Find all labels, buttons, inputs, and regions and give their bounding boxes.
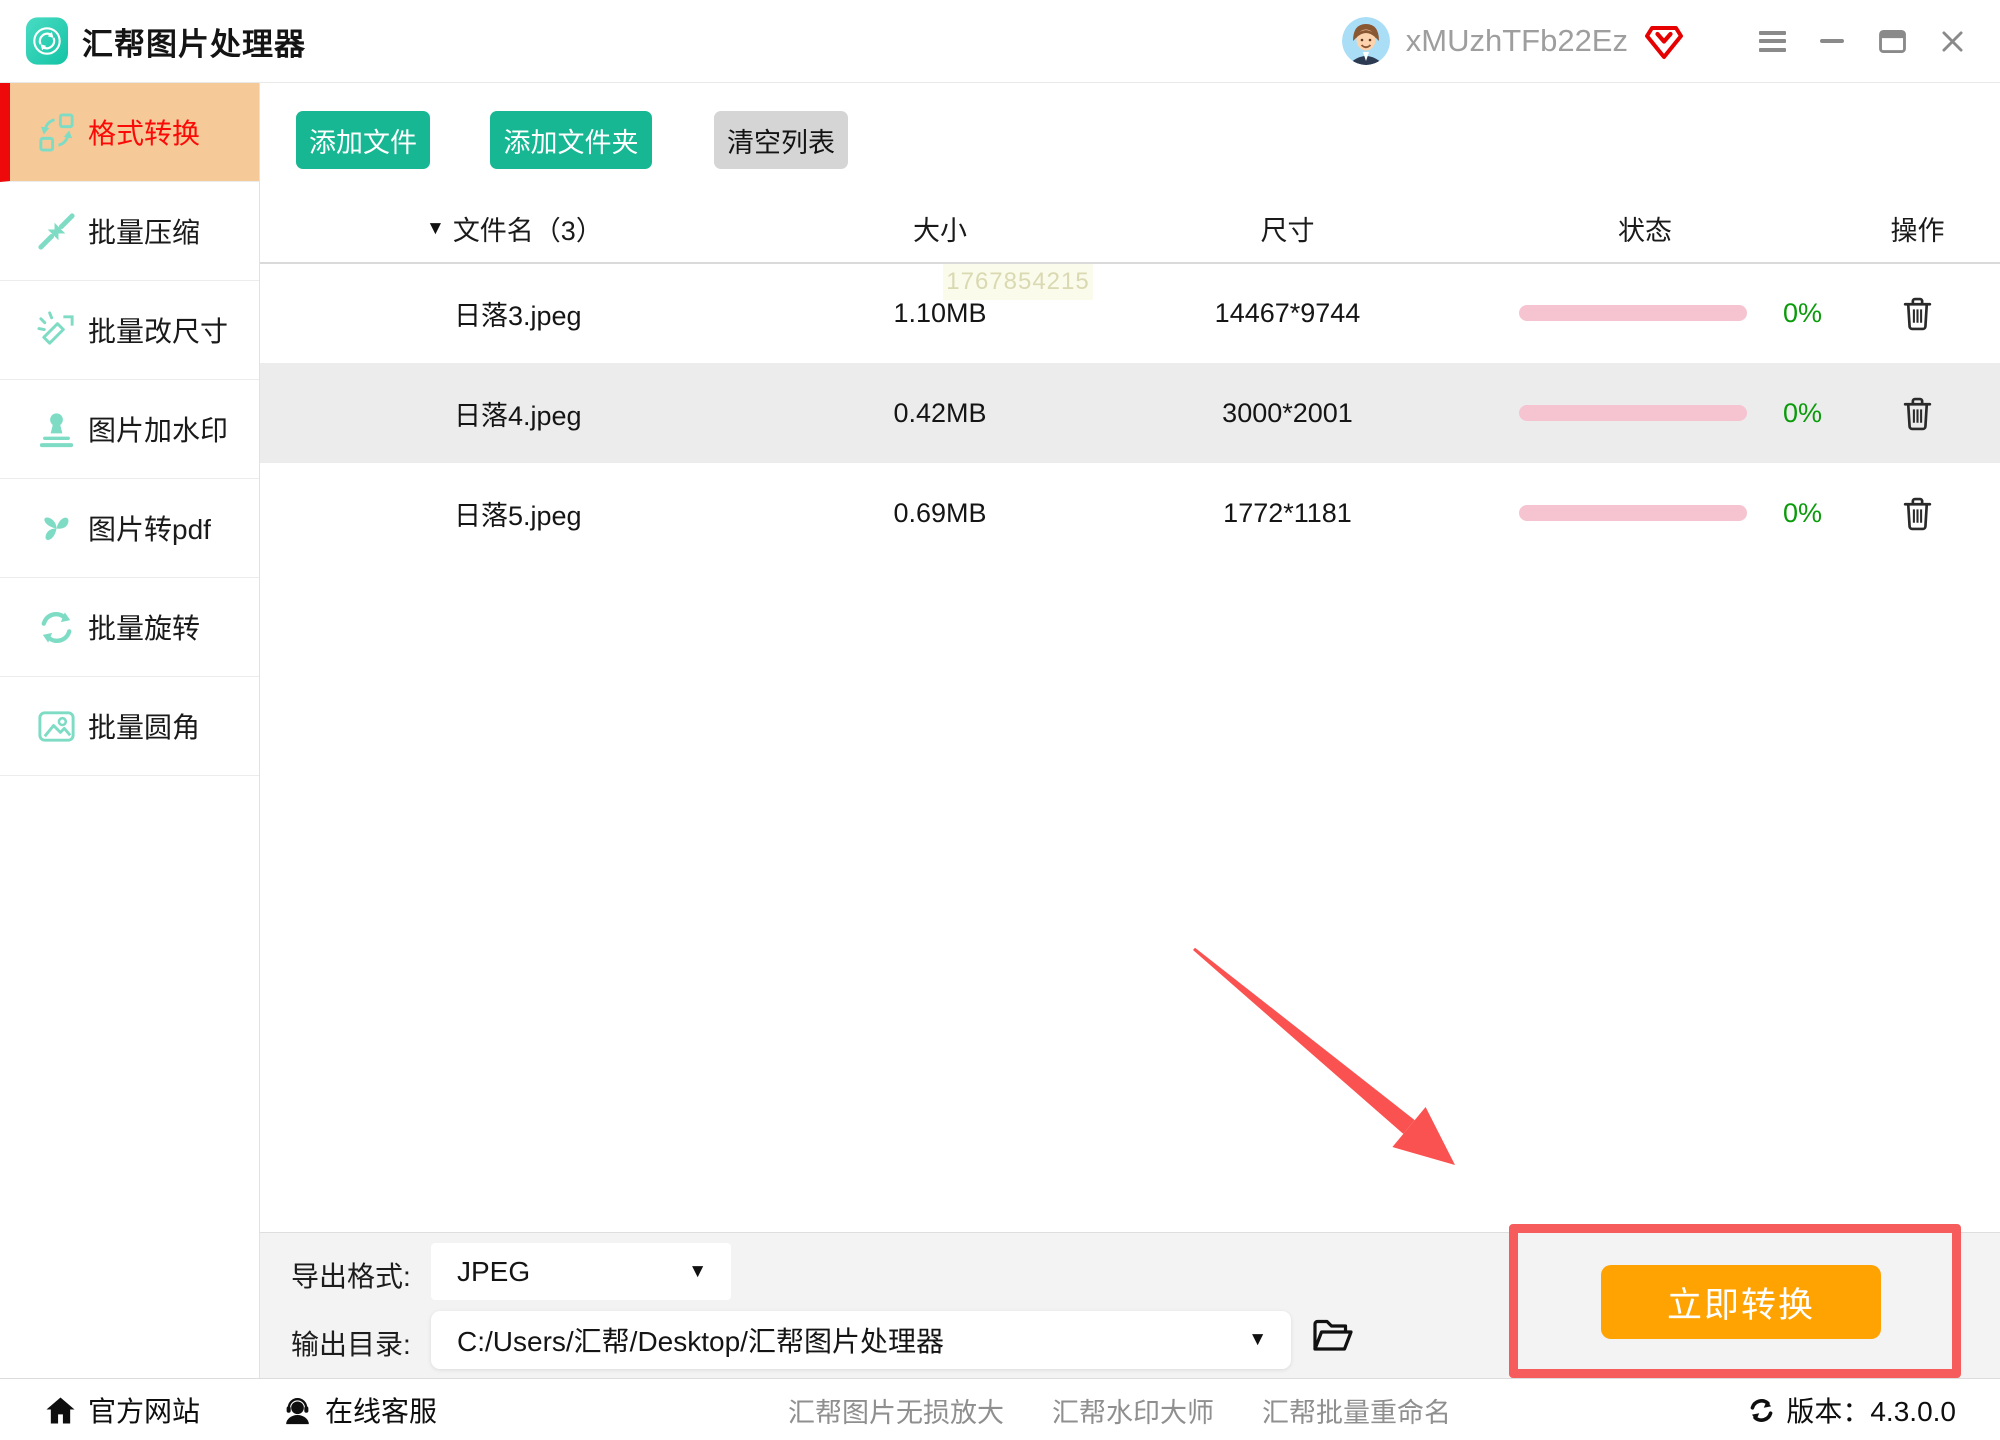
toolbar: 添加文件 添加文件夹 清空列表 xyxy=(260,110,848,170)
add-files-button[interactable]: 添加文件 xyxy=(296,111,430,169)
app-title: 汇帮图片处理器 xyxy=(82,19,306,64)
version-label: 版本：4.3.0.0 xyxy=(1786,1390,1956,1430)
clear-list-button[interactable]: 清空列表 xyxy=(714,111,848,169)
file-size: 1.10MB xyxy=(760,298,1120,329)
progress-percent: 0% xyxy=(1783,498,1822,529)
export-format-label: 导出格式: xyxy=(291,1255,411,1295)
progress-bar xyxy=(1519,505,1747,521)
app-window: 汇帮图片处理器 xMUzhTFb22Ez xyxy=(0,0,2000,1440)
progress-bar xyxy=(1519,305,1747,321)
customer-service-icon xyxy=(282,1396,313,1425)
sidebar: 格式转换 批量压缩 批量改尺寸 xyxy=(0,83,260,1378)
output-dir-select[interactable]: C:/Users/汇帮/Desktop/汇帮图片处理器 ▼ xyxy=(431,1311,1291,1369)
home-icon xyxy=(45,1396,76,1425)
footer-link-watermark-master[interactable]: 汇帮水印大师 xyxy=(1052,1391,1214,1430)
sidebar-item-batch-compress[interactable]: 批量压缩 xyxy=(0,182,259,281)
progress-percent: 0% xyxy=(1783,298,1822,329)
status-cell: 0% xyxy=(1455,298,1835,329)
main-content: 添加文件 添加文件夹 清空列表 ▼ 文件名（3） 大小 尺寸 状态 操作 176… xyxy=(260,83,2000,1232)
format-convert-icon xyxy=(34,110,78,154)
delete-trash-icon[interactable] xyxy=(1902,296,1933,331)
sidebar-item-batch-round-corner[interactable]: 批量圆角 xyxy=(0,677,259,776)
column-header-size: 大小 xyxy=(760,209,1120,248)
add-folder-button[interactable]: 添加文件夹 xyxy=(490,111,652,169)
username[interactable]: xMUzhTFb22Ez xyxy=(1406,23,1628,59)
sidebar-item-label: 批量旋转 xyxy=(88,607,200,647)
maximize-button[interactable] xyxy=(1862,0,1922,82)
online-service-link[interactable]: 在线客服 xyxy=(282,1379,437,1440)
avatar[interactable] xyxy=(1342,17,1390,65)
progress-bar xyxy=(1519,405,1747,421)
minimize-button[interactable] xyxy=(1802,0,1862,82)
update-refresh-icon[interactable] xyxy=(1747,1396,1776,1425)
official-website-link[interactable]: 官方网站 xyxy=(45,1379,200,1440)
sidebar-item-label: 批量压缩 xyxy=(88,211,200,251)
export-format-select[interactable]: JPEG ▼ xyxy=(431,1243,731,1300)
delete-trash-icon[interactable] xyxy=(1902,496,1933,531)
sort-desc-icon: ▼ xyxy=(426,218,445,240)
close-button[interactable] xyxy=(1922,0,1982,82)
file-name: 日落4.jpeg xyxy=(260,394,760,433)
app-logo-icon xyxy=(26,17,68,65)
footer-link-lossless-upscale[interactable]: 汇帮图片无损放大 xyxy=(788,1391,1004,1430)
sidebar-item-watermark[interactable]: 图片加水印 xyxy=(0,380,259,479)
status-cell: 0% xyxy=(1455,398,1835,429)
filename-header-label: 文件名（3） xyxy=(453,209,603,248)
file-dimensions: 3000*2001 xyxy=(1120,398,1455,429)
pdf-icon xyxy=(34,506,78,550)
output-dir-value: C:/Users/汇帮/Desktop/汇帮图片处理器 xyxy=(457,1320,944,1360)
table-row[interactable]: 日落3.jpeg 1.10MB 14467*9744 0% xyxy=(260,263,2000,363)
sidebar-item-image-to-pdf[interactable]: 图片转pdf xyxy=(0,479,259,578)
convert-now-button[interactable]: 立即转换 xyxy=(1601,1265,1881,1339)
column-header-dimensions: 尺寸 xyxy=(1120,209,1455,248)
rotate-icon xyxy=(34,605,78,649)
file-name: 日落5.jpeg xyxy=(260,494,760,533)
chevron-down-icon: ▼ xyxy=(1248,1329,1267,1351)
titlebar: 汇帮图片处理器 xMUzhTFb22Ez xyxy=(0,0,2000,83)
table-row[interactable]: 日落4.jpeg 0.42MB 3000*2001 0% xyxy=(260,363,2000,463)
vip-badge-icon[interactable] xyxy=(1644,21,1684,61)
footer-links: 汇帮图片无损放大 汇帮水印大师 汇帮批量重命名 xyxy=(788,1379,1451,1440)
column-header-operations: 操作 xyxy=(1835,209,2000,248)
online-service-label: 在线客服 xyxy=(325,1390,437,1430)
file-dimensions: 14467*9744 xyxy=(1120,298,1455,329)
file-size: 0.42MB xyxy=(760,398,1120,429)
version-area: 版本：4.3.0.0 xyxy=(1747,1379,1956,1440)
sidebar-item-label: 格式转换 xyxy=(88,112,200,152)
stamp-icon xyxy=(34,407,78,451)
delete-trash-icon[interactable] xyxy=(1902,396,1933,431)
sidebar-item-batch-rotate[interactable]: 批量旋转 xyxy=(0,578,259,677)
column-header-status: 状态 xyxy=(1455,209,1835,248)
chevron-down-icon: ▼ xyxy=(688,1261,707,1283)
table-row[interactable]: 日落5.jpeg 0.69MB 1772*1181 0% xyxy=(260,463,2000,563)
sidebar-item-label: 批量改尺寸 xyxy=(88,310,228,350)
progress-percent: 0% xyxy=(1783,398,1822,429)
column-header-filename[interactable]: ▼ 文件名（3） xyxy=(260,209,760,248)
footer: 官方网站 在线客服 汇帮图片无损放大 汇帮水印大师 汇帮批量重命名 xyxy=(0,1378,2000,1440)
magic-wand-icon xyxy=(34,308,78,352)
footer-link-batch-rename[interactable]: 汇帮批量重命名 xyxy=(1262,1391,1451,1430)
status-cell: 0% xyxy=(1455,498,1835,529)
image-icon xyxy=(34,704,78,748)
hamburger-menu-icon[interactable] xyxy=(1742,0,1802,82)
file-name: 日落3.jpeg xyxy=(260,294,760,333)
sidebar-item-label: 图片转pdf xyxy=(88,508,211,548)
output-dir-label: 输出目录: xyxy=(291,1323,411,1363)
sidebar-item-label: 图片加水印 xyxy=(88,409,228,449)
browse-folder-icon[interactable] xyxy=(1312,1317,1354,1355)
sidebar-item-format-convert[interactable]: 格式转换 xyxy=(0,83,259,182)
compress-icon xyxy=(34,209,78,253)
table-header: ▼ 文件名（3） 大小 尺寸 状态 操作 xyxy=(260,195,2000,264)
sidebar-item-label: 批量圆角 xyxy=(88,706,200,746)
file-size: 0.69MB xyxy=(760,498,1120,529)
export-format-value: JPEG xyxy=(457,1256,530,1288)
file-dimensions: 1772*1181 xyxy=(1120,498,1455,529)
official-website-label: 官方网站 xyxy=(88,1390,200,1430)
sidebar-item-batch-resize[interactable]: 批量改尺寸 xyxy=(0,281,259,380)
export-panel: 导出格式: JPEG ▼ 输出目录: C:/Users/汇帮/Desktop/汇… xyxy=(260,1232,2000,1378)
